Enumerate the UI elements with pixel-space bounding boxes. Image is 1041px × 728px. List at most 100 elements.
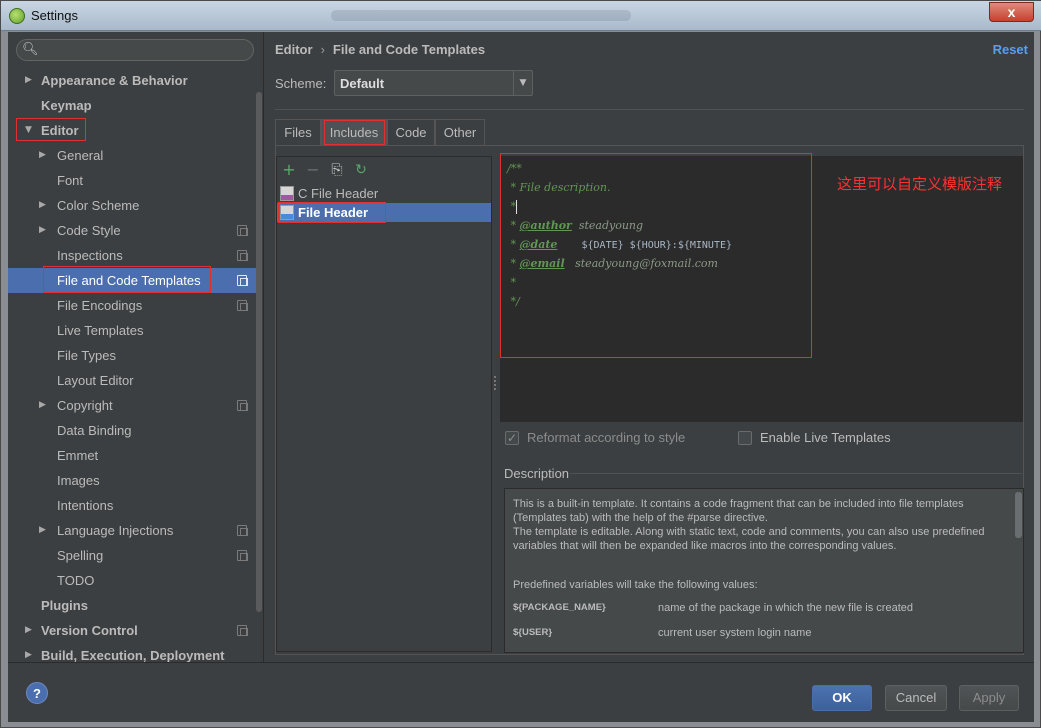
reset-link[interactable]: Reset [993,42,1028,57]
splitter-handle[interactable] [494,376,498,390]
sidebar-item-intentions[interactable]: Intentions [8,493,256,518]
sidebar-item-general[interactable]: ▶ General [8,143,256,168]
collapsed-arrow-icon[interactable]: ▶ [25,618,32,643]
collapsed-arrow-icon[interactable]: ▶ [39,218,46,243]
sidebar-item-file-encodings[interactable]: File Encodings [8,293,256,318]
copy-icon[interactable]: ⎘ [328,161,346,179]
annotation-text: 这里可以自定义模版注释 [837,175,1003,193]
sidebar-item-label: Data Binding [57,423,132,438]
sidebar-item-todo[interactable]: TODO [8,568,256,593]
tab-files[interactable]: Files [275,119,321,145]
remove-icon[interactable]: − [304,161,322,179]
close-button[interactable]: x [989,2,1034,22]
template-editor[interactable]: /** * File description. * * @author stea… [500,153,1023,422]
search-input[interactable]: 🔍︎ [16,39,254,61]
sidebar-item-label: Emmet [57,448,99,463]
collapsed-arrow-icon[interactable]: ▶ [39,143,46,168]
sidebar-item-label: Language Injections [57,523,174,538]
code-line: * [507,197,517,216]
description-paragraph: Predefined variables will take the follo… [513,579,758,591]
sidebar-item-label: Plugins [41,598,88,613]
description-box[interactable]: This is a built-in template. It contains… [504,488,1024,653]
sidebar-item-emmet[interactable]: Emmet [8,443,256,468]
list-toolbar: + − ⎘ ↻ [277,157,491,183]
code-line: /** [507,162,522,175]
code-text: * [507,219,520,232]
title-bar: Settings x [1,1,1041,31]
sidebar-item-inspections[interactable]: Inspections [8,243,256,268]
sidebar-item-editor[interactable]: ▼ Editor [8,118,256,143]
sidebar-item-label: Layout Editor [57,373,134,388]
collapsed-arrow-icon[interactable]: ▶ [25,68,32,93]
sidebar-item-label: Live Templates [57,323,144,338]
collapsed-arrow-icon[interactable]: ▶ [39,518,46,543]
scheme-dropdown[interactable]: Default ▼ [334,70,533,96]
sidebar-scrollbar[interactable] [256,72,262,620]
collapsed-arrow-icon[interactable]: ▶ [39,393,46,418]
live-templates-checkbox[interactable] [738,431,752,445]
sidebar-item-label: Appearance & Behavior [41,73,188,88]
ok-button[interactable]: OK [812,685,872,711]
tab-other[interactable]: Other [435,119,485,145]
tab-includes[interactable]: Includes [321,119,387,145]
project-copy-icon [237,275,248,286]
sidebar-item-code-style[interactable]: ▶ Code Style [8,218,256,243]
dialog-body: 🔍︎ ▶ Appearance & Behavior Keymap ▼ Editor ▶ G… [8,32,1034,722]
sidebar-item-keymap[interactable]: Keymap [8,93,256,118]
sidebar-item-color-scheme[interactable]: ▶ Color Scheme [8,193,256,218]
project-copy-icon [237,300,248,311]
code-text: * [507,238,520,251]
tab-code[interactable]: Code [387,119,435,145]
description-scrollbar[interactable] [1015,490,1022,650]
code-text: * [507,200,516,213]
sidebar-item-font[interactable]: Font [8,168,256,193]
sidebar-item-version-control[interactable]: ▶ Version Control [8,618,256,643]
reset-icon[interactable]: ↻ [352,161,370,179]
sidebar-item-label: Editor [41,123,79,138]
project-copy-icon [237,250,248,261]
reformat-checkbox[interactable] [505,429,519,447]
dialog-footer: ? OK Cancel Apply [8,662,1034,722]
collapsed-arrow-icon[interactable]: ▶ [39,193,46,218]
doc-tag: @author [519,219,572,232]
add-icon[interactable]: + [280,161,298,179]
settings-sidebar: 🔍︎ ▶ Appearance & Behavior Keymap ▼ Editor ▶ G… [8,32,264,663]
variable-desc: current user system login name [658,627,812,639]
sidebar-item-layout-editor[interactable]: Layout Editor [8,368,256,393]
sidebar-item-label: Inspections [57,248,123,263]
apply-button[interactable]: Apply [959,685,1019,711]
expanded-arrow-icon[interactable]: ▼ [25,118,32,143]
doc-variable: ${DATE} ${HOUR}:${MINUTE} [557,240,733,251]
sidebar-item-file-types[interactable]: File Types [8,343,256,368]
sidebar-item-plugins[interactable]: Plugins [8,593,256,618]
description-label: Description [504,466,570,481]
sidebar-item-file-and-code-templates[interactable]: File and Code Templates [8,266,256,293]
list-item[interactable]: C File Header [277,184,491,203]
sidebar-item-label: Version Control [41,623,138,638]
sidebar-item-label: File Types [57,348,117,363]
sidebar-item-label: TODO [57,573,95,588]
sidebar-item-language-injections[interactable]: ▶ Language Injections [8,518,256,543]
sidebar-item-label: Code Style [57,223,121,238]
sidebar-item-label: Intentions [57,498,114,513]
sidebar-item-label: Spelling [57,548,104,563]
list-item[interactable]: File Header [277,203,491,222]
doc-tag: @email [519,257,565,270]
scrollbar-thumb[interactable] [256,92,262,612]
settings-window: Settings x 🔍︎ ▶ Appearance & Behavior Keym… [0,0,1041,728]
sidebar-item-copyright[interactable]: ▶ Copyright [8,393,256,418]
code-line: * File description. [507,181,611,194]
sidebar-item-label: Images [57,473,100,488]
sidebar-item-live-templates[interactable]: Live Templates [8,318,256,343]
sidebar-item-images[interactable]: Images [8,468,256,493]
project-copy-icon [237,625,248,636]
code-line: * @date ${DATE} ${HOUR}:${MINUTE} [507,235,732,254]
breadcrumb-separator: › [320,42,325,57]
sidebar-item-appearance-behavior[interactable]: ▶ Appearance & Behavior [8,68,256,93]
sidebar-item-spelling[interactable]: Spelling [8,543,256,568]
sidebar-item-data-binding[interactable]: Data Binding [8,418,256,443]
cancel-button[interactable]: Cancel [885,685,947,711]
help-button[interactable]: ? [26,682,48,704]
divider [275,109,1024,110]
scrollbar-thumb[interactable] [1015,492,1022,538]
